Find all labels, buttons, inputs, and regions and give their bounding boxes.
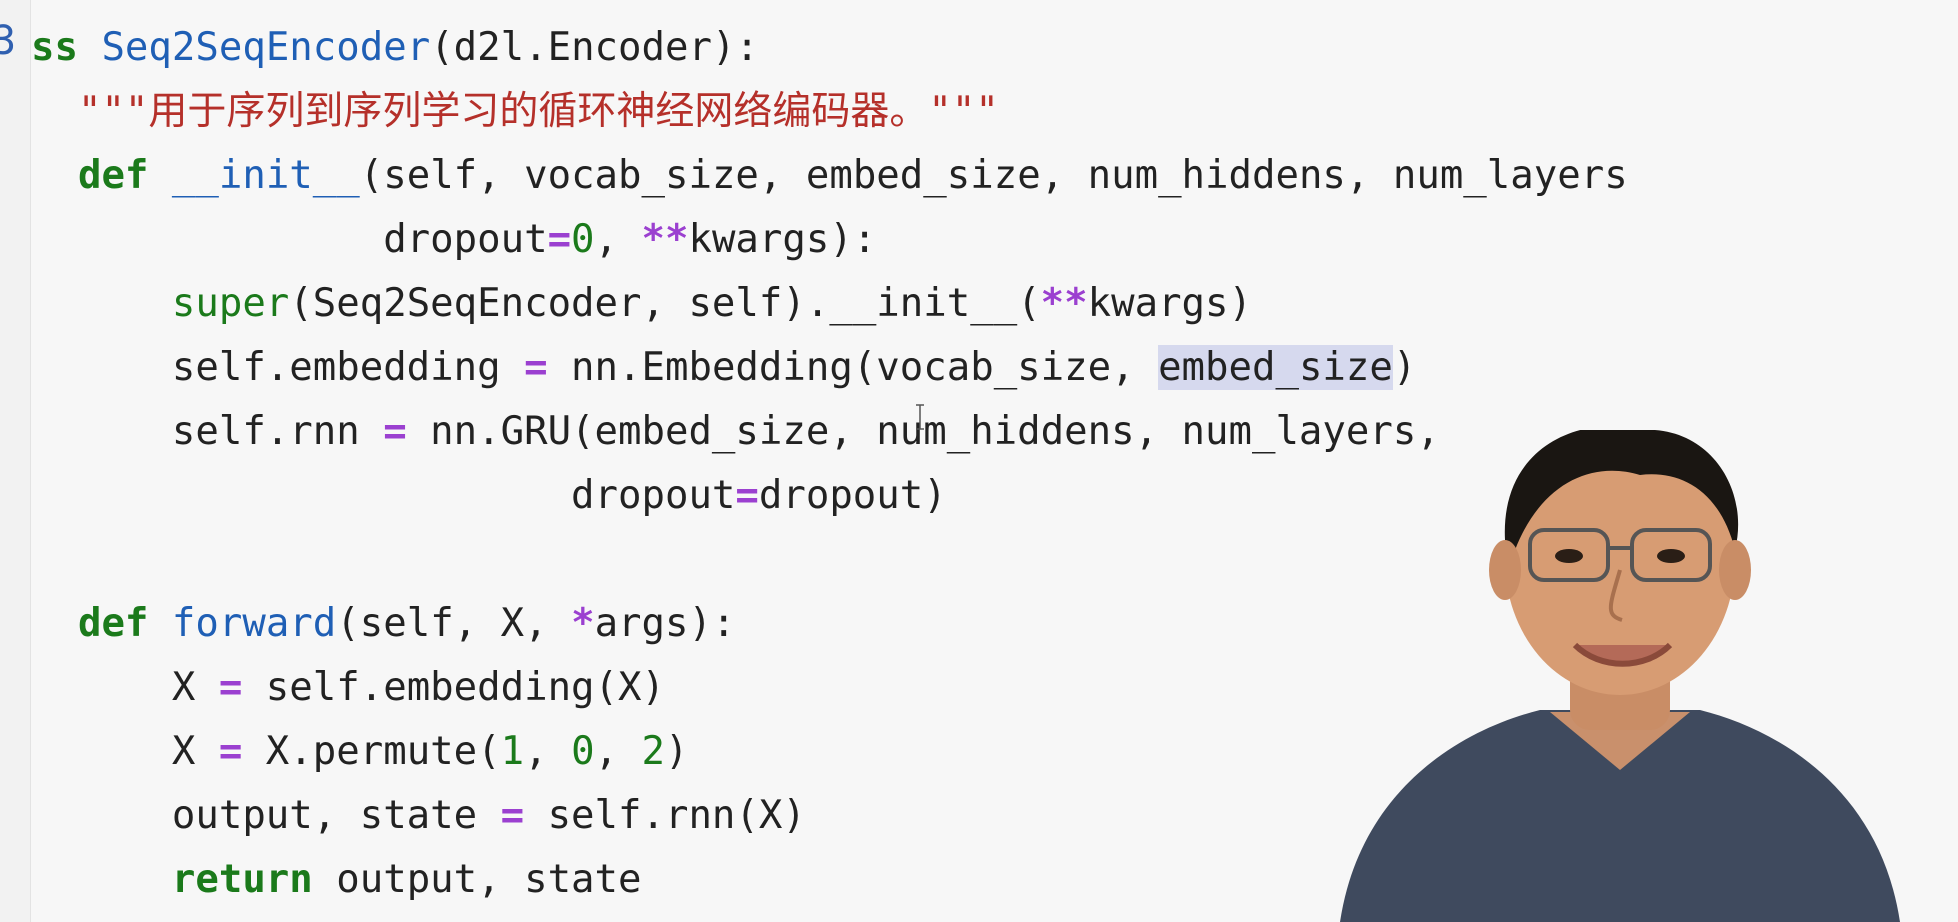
code-token: X.permute( — [242, 729, 501, 774]
code-token: = — [383, 409, 407, 454]
code-token: , — [594, 217, 642, 262]
code-token: def — [77, 601, 149, 646]
code-token: ss — [31, 25, 102, 70]
code-token: self.embedding — [31, 345, 525, 390]
code-token: embed_size — [1158, 345, 1393, 390]
presenter-video — [1340, 430, 1900, 922]
code-token: = — [218, 665, 243, 710]
code-token: ) — [665, 729, 689, 774]
code-token: dropout — [31, 473, 736, 518]
code-line[interactable]: """用于序列到序列学习的循环神经网络编码器。""" — [31, 80, 1628, 144]
code-token: """用于序列到序列学习的循环神经网络编码器。""" — [31, 89, 999, 134]
code-token: (Seq2SeqEncoder, self).__init__( — [289, 281, 1041, 326]
code-token: (d2l.Encoder): — [430, 25, 759, 70]
code-token: dropout) — [758, 473, 947, 518]
code-token: output, state — [31, 793, 501, 838]
code-token: X — [31, 665, 219, 710]
code-token: kwargs): — [688, 217, 877, 262]
code-line[interactable]: super(Seq2SeqEncoder, self).__init__(**k… — [31, 272, 1628, 336]
code-token: (self, vocab_size, embed_size, num_hidde… — [359, 153, 1628, 198]
code-token: ** — [641, 217, 689, 262]
code-line[interactable]: dropout=0, **kwargs): — [31, 208, 1628, 272]
code-token: = — [547, 217, 572, 262]
code-token: = — [735, 473, 759, 518]
code-token: * — [571, 601, 595, 646]
code-token: dropout — [31, 217, 548, 262]
code-token: 0 — [571, 217, 595, 262]
line-gutter: 3 — [0, 0, 30, 922]
code-token: Seq2SeqEncoder — [101, 25, 431, 70]
code-token: nn.Embedding(vocab_size, — [547, 345, 1159, 390]
code-token: super — [171, 281, 290, 326]
code-token: , — [594, 729, 642, 774]
code-token: , — [524, 729, 572, 774]
code-token: def — [77, 153, 149, 198]
code-token: kwargs) — [1087, 281, 1252, 326]
code-token: 2 — [641, 729, 665, 774]
code-token: = — [524, 345, 548, 390]
code-token: (self, X, — [336, 601, 572, 646]
code-token: ) — [1392, 345, 1417, 390]
code-line[interactable]: ss Seq2SeqEncoder(d2l.Encoder): — [31, 16, 1628, 80]
code-line[interactable]: self.embedding = nn.Embedding(vocab_size… — [31, 336, 1628, 400]
code-token: = — [500, 793, 525, 838]
code-token: ** — [1040, 281, 1088, 326]
code-token: return — [171, 857, 313, 902]
code-token: forward — [171, 601, 337, 646]
code-token: args): — [594, 601, 736, 646]
text-cursor-icon — [916, 404, 924, 430]
code-token: 0 — [571, 729, 595, 774]
code-token: = — [218, 729, 243, 774]
code-token: self.rnn — [31, 409, 384, 454]
code-line[interactable]: def __init__(self, vocab_size, embed_siz… — [31, 144, 1628, 208]
code-token: X — [31, 729, 219, 774]
code-token: __init__ — [171, 153, 360, 198]
code-token: 1 — [500, 729, 525, 774]
code-token: self.rnn(X) — [524, 793, 806, 838]
code-token: self.embedding(X) — [242, 665, 665, 710]
gutter-marker: 3 — [0, 18, 17, 64]
code-token: output, state — [312, 857, 642, 902]
